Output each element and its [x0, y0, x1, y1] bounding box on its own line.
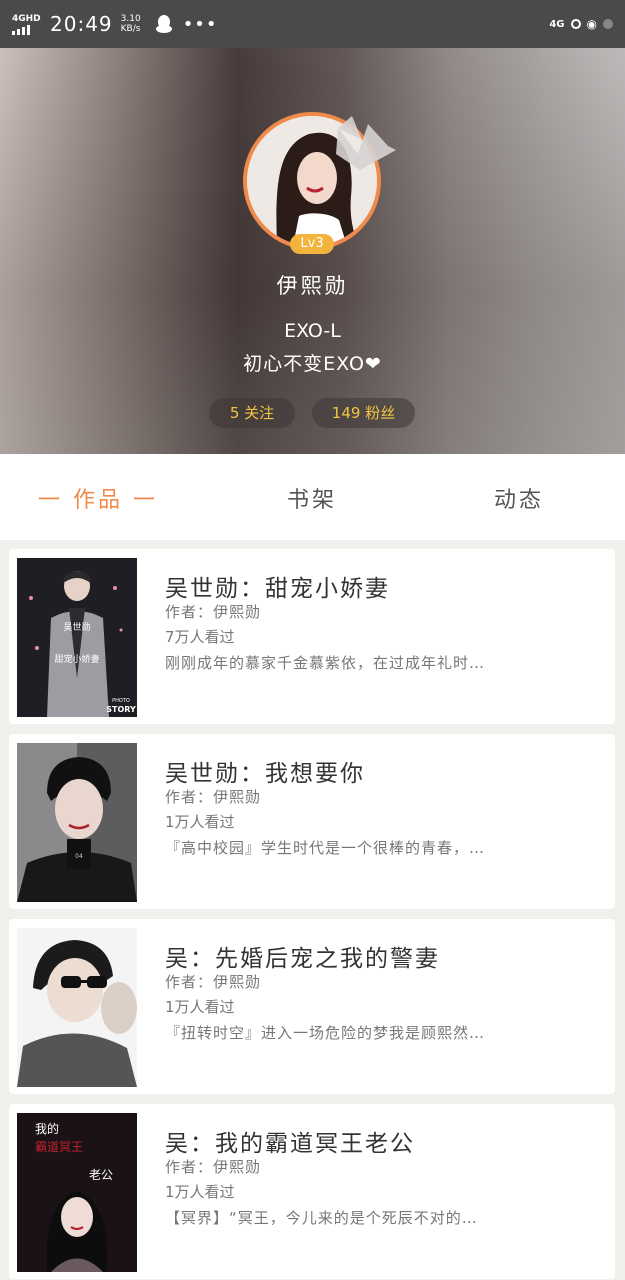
book-cover: 04 [17, 743, 137, 902]
level-badge: Lv3 [290, 234, 334, 254]
work-description: 刚刚成年的慕家千金慕紫依，在过成年礼时… [165, 654, 486, 672]
work-views: 7万人看过 [165, 628, 235, 646]
cover-image: 04 [17, 743, 137, 902]
tab-bookshelf[interactable]: 书架 [287, 482, 337, 514]
speed-unit: KB/s [120, 24, 141, 34]
work-title: 吴：先婚后宠之我的警妻 [165, 946, 440, 972]
work-views: 1万人看过 [165, 1183, 235, 1201]
tab-activity[interactable]: 动态 [494, 482, 544, 514]
cover-text-2: 霸道冥王 [35, 1140, 83, 1154]
list-item[interactable]: 我的 霸道冥王 老公 吴：我的霸道冥王老公 作者：伊熙勋 1万人看过 【冥界】“… [9, 1104, 615, 1279]
status-right: 4G ◉ [549, 17, 613, 31]
work-views: 1万人看过 [165, 813, 235, 831]
work-description: 【冥界】“冥王，今儿来的是个死辰不对的… [165, 1209, 478, 1227]
speed-value: 3.10 [120, 14, 141, 24]
following-count-button[interactable]: 5 关注 [209, 398, 295, 428]
more-notifications-icon: ••• [182, 13, 218, 35]
bio-line-1: EXO-L [284, 320, 341, 342]
work-author: 作者：伊熙勋 [165, 788, 262, 806]
book-cover [17, 928, 137, 1087]
work-author: 作者：伊熙勋 [165, 973, 262, 991]
cover-photo-label: PHOTO [112, 698, 130, 704]
work-views: 1万人看过 [165, 998, 235, 1016]
followers-count-button[interactable]: 149 粉丝 [312, 398, 415, 428]
network-4g-icon: 4G [549, 18, 565, 30]
list-item[interactable]: 吴世勋 甜宠小娇妻 PHOTO STORY 吴世勋：甜宠小娇妻 作者：伊熙勋 7… [9, 549, 615, 724]
work-title: 吴世勋：我想要你 [165, 761, 365, 787]
cover-title-1: 吴世勋 [63, 621, 90, 633]
ring-icon [570, 19, 581, 29]
profile-header: Lv3 伊熙勋 EXO-L 初心不变EXO❤ 5 关注 149 粉丝 [0, 48, 625, 454]
list-item[interactable]: 吴：先婚后宠之我的警妻 作者：伊熙勋 1万人看过 『扭转时空』进入一场危险的梦我… [9, 919, 615, 1094]
cover-number: 04 [75, 853, 83, 860]
book-cover: 我的 霸道冥王 老公 [17, 1113, 137, 1272]
signal-indicator: 4GHD [12, 14, 42, 35]
bio-line-2: 初心不变EXO❤ [243, 353, 382, 375]
cover-title-2: 甜宠小娇妻 [54, 653, 99, 665]
work-title: 吴世勋：甜宠小娇妻 [165, 576, 390, 602]
crown-icon [336, 116, 396, 170]
tab-bar: 一 作品 一 书架 动态 [0, 454, 625, 540]
book-cover: 吴世勋 甜宠小娇妻 PHOTO STORY [17, 558, 137, 717]
network-type: 4GHD [12, 13, 41, 24]
cat-icon: ◉ [586, 17, 597, 31]
network-speed: 3.10 KB/s [121, 14, 141, 34]
list-item[interactable]: 04 吴世勋：我想要你 作者：伊熙勋 1万人看过 『高中校园』学生时代是一个很棒… [9, 734, 615, 909]
battery-icon [603, 19, 613, 29]
cover-image: 我的 霸道冥王 老公 [17, 1113, 137, 1272]
tab-works[interactable]: 一 作品 一 [38, 482, 158, 514]
work-author: 作者：伊熙勋 [165, 603, 262, 621]
work-description: 『扭转时空』进入一场危险的梦我是顾熙然… [165, 1024, 486, 1042]
work-description: 『高中校园』学生时代是一个很棒的青春，… [165, 839, 486, 857]
qq-penguin-icon [155, 15, 172, 33]
cover-text-3: 老公 [89, 1168, 113, 1182]
signal-bars-icon [12, 24, 30, 35]
status-bar: 4GHD 20:49 3.10 KB/s ••• 4G ◉ [0, 0, 625, 48]
cover-text-1: 我的 [35, 1121, 59, 1136]
cover-image [17, 928, 137, 1087]
cover-image: 吴世勋 甜宠小娇妻 PHOTO STORY [17, 558, 137, 717]
profile-name: 伊熙勋 [276, 274, 349, 298]
clock: 20:49 [50, 12, 113, 36]
work-title: 吴：我的霸道冥王老公 [165, 1131, 415, 1157]
cover-story-label: STORY [106, 705, 136, 714]
work-author: 作者：伊熙勋 [165, 1158, 262, 1176]
